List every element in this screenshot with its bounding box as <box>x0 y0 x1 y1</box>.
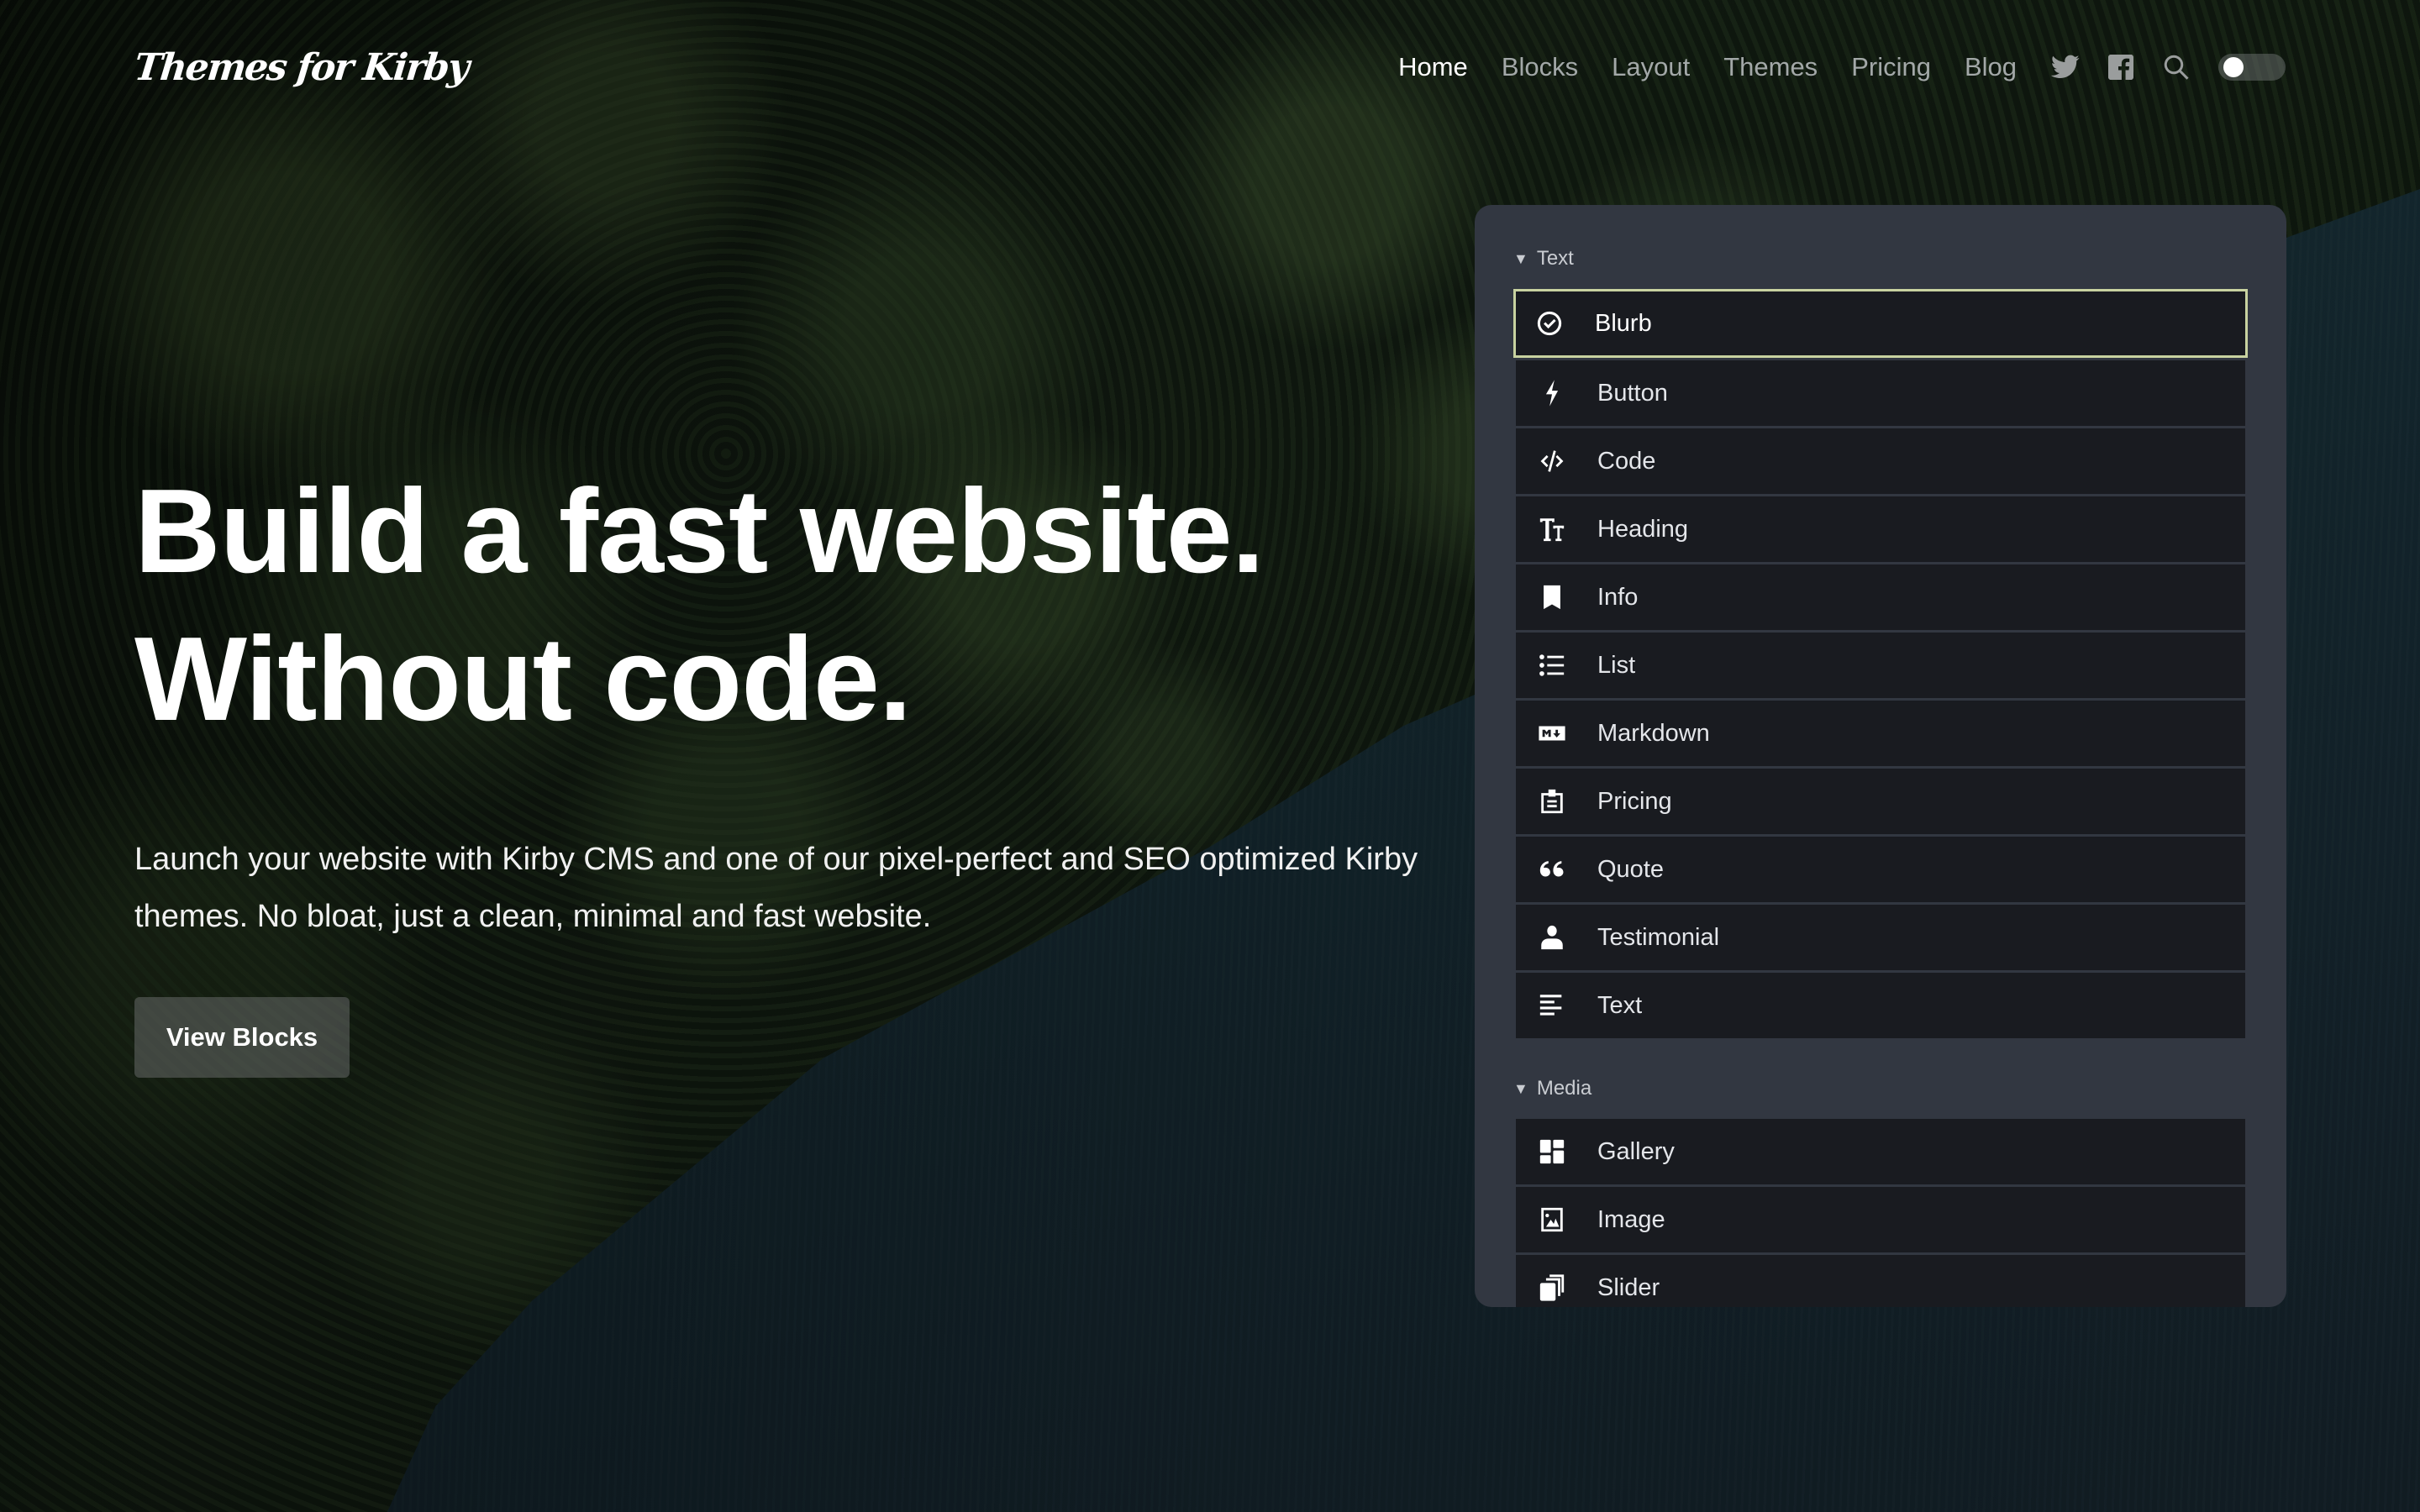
block-label: Info <box>1597 583 1639 611</box>
hero-subtitle: Launch your website with Kirby CMS and o… <box>134 842 1418 934</box>
markdown-icon <box>1537 718 1567 748</box>
hero-title: Build a fast website. Without code. <box>134 458 1445 753</box>
block-label: Text <box>1597 991 1643 1019</box>
bookmark-icon <box>1537 582 1567 612</box>
block-label: Button <box>1597 379 1668 407</box>
block-item-gallery[interactable]: Gallery <box>1516 1119 2245 1184</box>
nav-layout[interactable]: Layout <box>1612 52 1690 82</box>
hero-title-line-2: Without code. <box>134 612 912 746</box>
dashboard-icon <box>1537 1137 1567 1167</box>
block-item-list[interactable]: List <box>1516 633 2245 698</box>
group-title: Media <box>1536 1077 1592 1100</box>
nav-icon-group <box>2050 52 2286 82</box>
quote-icon <box>1537 854 1567 885</box>
nav-pricing[interactable]: Pricing <box>1851 52 1931 82</box>
block-list-media: Gallery Image Slider <box>1513 1119 2248 1307</box>
block-label: Image <box>1597 1205 1665 1233</box>
collapse-triangle-icon: ▼ <box>1513 249 1528 267</box>
block-item-code[interactable]: Code <box>1516 428 2245 494</box>
nav-blocks[interactable]: Blocks <box>1502 52 1578 82</box>
dark-mode-toggle[interactable] <box>2218 54 2286 81</box>
group-media: ▼ Media Gallery Image Slider <box>1513 1072 2248 1307</box>
nav-home[interactable]: Home <box>1398 52 1468 82</box>
block-item-markdown[interactable]: Markdown <box>1516 701 2245 766</box>
block-item-quote[interactable]: Quote <box>1516 837 2245 902</box>
group-header-media[interactable]: ▼ Media <box>1513 1072 2248 1105</box>
nav-themes[interactable]: Themes <box>1723 52 1818 82</box>
block-label: Quote <box>1597 855 1664 883</box>
block-item-button[interactable]: Button <box>1516 360 2245 426</box>
block-item-info[interactable]: Info <box>1516 564 2245 630</box>
block-label: List <box>1597 651 1636 679</box>
block-label: Pricing <box>1597 787 1672 815</box>
main-nav: Home Blocks Layout Themes Pricing Blog <box>1398 52 2286 82</box>
block-item-text[interactable]: Text <box>1516 973 2245 1038</box>
code-icon <box>1537 446 1567 476</box>
image-icon <box>1537 1205 1567 1235</box>
block-item-heading[interactable]: Heading <box>1516 496 2245 562</box>
hero-title-line-1: Build a fast website. <box>134 465 1265 598</box>
align-left-icon <box>1537 990 1567 1021</box>
hero-section: Build a fast website. Without code. Laun… <box>134 458 1445 1078</box>
blocks-panel: ▼ Text Blurb Button Code Heading Info Li… <box>1475 205 2286 1307</box>
block-label: Blurb <box>1595 309 1652 337</box>
list-icon <box>1537 650 1567 680</box>
block-label: Heading <box>1597 515 1689 543</box>
bolt-icon <box>1537 378 1567 408</box>
toggle-knob <box>2223 57 2244 77</box>
search-icon[interactable] <box>2161 52 2191 82</box>
block-label: Slider <box>1597 1273 1660 1301</box>
facebook-icon[interactable] <box>2106 52 2136 82</box>
check-circle-icon <box>1534 308 1565 339</box>
block-item-slider[interactable]: Slider <box>1516 1255 2245 1307</box>
block-label: Testimonial <box>1597 923 1720 951</box>
user-icon <box>1537 922 1567 953</box>
block-label: Code <box>1597 447 1656 475</box>
block-item-image[interactable]: Image <box>1516 1187 2245 1252</box>
nav-blog[interactable]: Blog <box>1965 52 2017 82</box>
clipboard-icon <box>1537 786 1567 816</box>
group-text: ▼ Text Blurb Button Code Heading Info Li… <box>1513 242 2248 1038</box>
group-title: Text <box>1536 247 1574 270</box>
block-item-testimonial[interactable]: Testimonial <box>1516 905 2245 970</box>
twitter-icon[interactable] <box>2050 52 2081 82</box>
site-header: Themes for Kirby Home Blocks Layout Them… <box>0 0 2420 134</box>
collapse-triangle-icon: ▼ <box>1513 1079 1528 1097</box>
block-label: Gallery <box>1597 1137 1675 1165</box>
view-blocks-button[interactable]: View Blocks <box>134 997 350 1078</box>
copy-icon <box>1537 1273 1567 1303</box>
block-list-text: Blurb Button Code Heading Info List Mark… <box>1513 289 2248 1038</box>
block-label: Markdown <box>1597 719 1710 747</box>
block-item-pricing[interactable]: Pricing <box>1516 769 2245 834</box>
block-item-blurb[interactable]: Blurb <box>1513 289 2248 358</box>
site-logo[interactable]: Themes for Kirby <box>132 46 470 89</box>
text-size-icon <box>1537 514 1567 544</box>
group-header-text[interactable]: ▼ Text <box>1513 242 2248 276</box>
